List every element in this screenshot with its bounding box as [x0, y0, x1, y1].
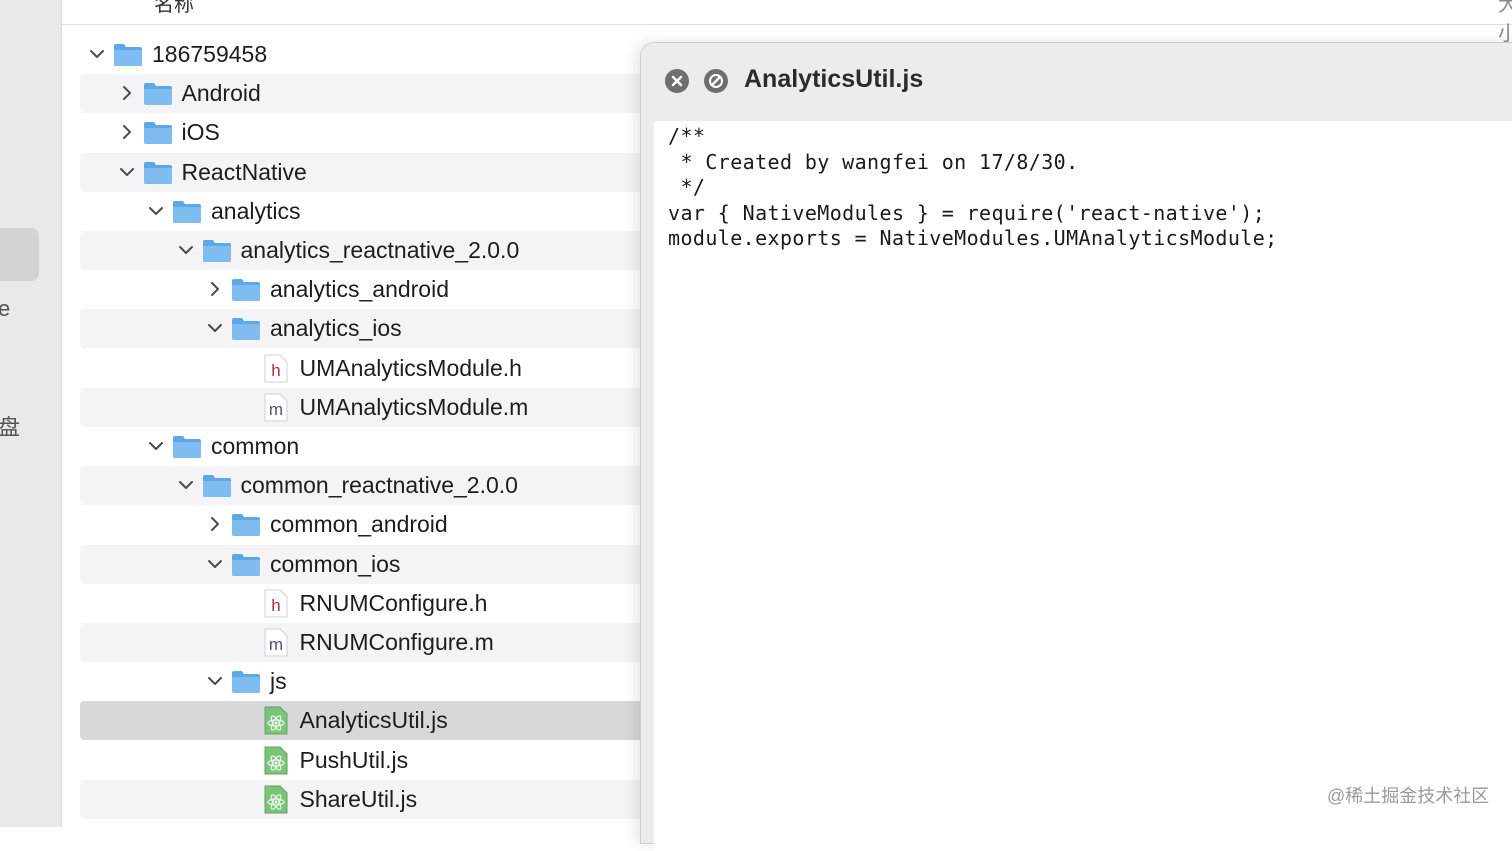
- folder-icon: [113, 42, 143, 67]
- chevron-down-icon[interactable]: [206, 672, 224, 690]
- svg-text:h: h: [271, 361, 280, 380]
- folder-icon: [231, 277, 261, 302]
- item-label: common_ios: [270, 550, 401, 577]
- code-line: */: [668, 175, 706, 199]
- chevron-right-icon[interactable]: [206, 280, 224, 298]
- item-label: common_android: [270, 511, 448, 538]
- item-label: analytics_ios: [270, 315, 402, 342]
- folder-row[interactable]: analytics_ios: [80, 309, 660, 349]
- folder-row[interactable]: common_reactnative_2.0.0: [80, 466, 660, 506]
- code-line: /**: [668, 124, 706, 148]
- file-row[interactable]: h RNUMConfigure.h: [80, 584, 660, 623]
- svg-text:m: m: [268, 400, 282, 419]
- item-label: UMAnalyticsModule.h: [299, 354, 522, 381]
- folder-row[interactable]: 186759458: [80, 35, 660, 74]
- item-label: common: [211, 433, 300, 459]
- folder-icon: [231, 552, 261, 577]
- sidebar-fragment-2: 盘: [0, 415, 21, 440]
- header-file-icon: h: [264, 354, 288, 383]
- folder-row[interactable]: common_android: [80, 505, 660, 544]
- folder-icon: [202, 473, 232, 498]
- chevron-down-icon[interactable]: [147, 202, 165, 220]
- item-label: RNUMConfigure.h: [299, 589, 488, 616]
- react-js-file-icon: [264, 785, 288, 814]
- code-content: /** * Created by wangfei on 17/8/30. */v…: [654, 121, 1512, 851]
- chevron-right-icon[interactable]: [118, 123, 136, 141]
- folder-icon: [202, 238, 232, 263]
- close-icon[interactable]: [665, 69, 689, 93]
- chevron-right-icon[interactable]: [206, 515, 224, 533]
- sidebar-fragment-1: e: [0, 296, 11, 321]
- code-line: * Created by wangfei on 17/8/30.: [668, 149, 1079, 174]
- folder-row[interactable]: common_ios: [80, 544, 660, 584]
- sidebar-selected-item[interactable]: [0, 228, 39, 281]
- item-label: 186759458: [152, 41, 268, 67]
- folder-row[interactable]: analytics_android: [80, 270, 660, 309]
- objc-file-icon: m: [264, 628, 288, 657]
- sidebar: e 盘: [0, 0, 62, 827]
- folder-icon: [231, 512, 261, 537]
- folder-row[interactable]: ReactNative: [80, 152, 660, 192]
- item-label: Android: [181, 80, 261, 107]
- file-row[interactable]: m RNUMConfigure.m: [80, 623, 660, 662]
- chevron-right-icon[interactable]: [118, 84, 136, 102]
- folder-icon: [172, 434, 202, 459]
- item-label: RNUMConfigure.m: [299, 629, 494, 655]
- item-label: ShareUtil.js: [299, 785, 418, 812]
- chevron-down-icon[interactable]: [88, 45, 106, 63]
- folder-row[interactable]: Android: [80, 74, 660, 114]
- quicklook-preview-window: AnalyticsUtil.js /** * Created by wangfe…: [640, 42, 1512, 851]
- size-column-header[interactable]: 大小: [1498, 0, 1512, 46]
- file-row[interactable]: ShareUtil.js: [80, 779, 660, 819]
- sort-chevron-icon[interactable]: ⌃: [1450, 0, 1463, 10]
- code-line: var { NativeModules } = require('react-n…: [668, 200, 1266, 225]
- svg-text:m: m: [268, 635, 282, 654]
- chevron-down-icon[interactable]: [147, 437, 165, 455]
- file-row[interactable]: AnalyticsUtil.js: [80, 701, 660, 741]
- chevron-down-icon[interactable]: [177, 241, 195, 259]
- watermark: @稀土掘金技术社区: [1327, 786, 1490, 806]
- folder-row[interactable]: analytics_reactnative_2.0.0: [80, 231, 660, 270]
- folder-icon: [172, 199, 202, 224]
- file-row[interactable]: PushUtil.js: [80, 741, 660, 780]
- item-label: ReactNative: [181, 158, 307, 185]
- folder-icon: [143, 120, 173, 145]
- chevron-down-icon[interactable]: [177, 476, 195, 494]
- item-label: common_reactnative_2.0.0: [240, 472, 518, 499]
- chevron-down-icon[interactable]: [118, 163, 136, 181]
- folder-icon: [143, 81, 173, 106]
- objc-file-icon: m: [264, 393, 288, 422]
- folder-row[interactable]: iOS: [80, 113, 660, 152]
- react-js-file-icon: [264, 746, 288, 775]
- file-row[interactable]: m UMAnalyticsModule.m: [80, 387, 660, 427]
- item-label: PushUtil.js: [299, 746, 409, 773]
- preview-title: AnalyticsUtil.js: [744, 65, 924, 93]
- item-label: js: [270, 668, 287, 695]
- react-js-file-icon: [264, 706, 288, 735]
- header-file-icon: h: [264, 589, 288, 618]
- folder-icon: [231, 316, 261, 341]
- code-line: module.exports = NativeModules.UMAnalyti…: [668, 226, 1278, 250]
- svg-text:h: h: [271, 596, 280, 615]
- item-label: UMAnalyticsModule.m: [299, 393, 529, 420]
- folder-icon: [231, 669, 261, 694]
- column-header: 名称 ⌃ 大小: [62, 0, 1512, 45]
- name-column-header[interactable]: 名称: [154, 0, 194, 17]
- chevron-down-icon[interactable]: [206, 319, 224, 337]
- chevron-down-icon[interactable]: [206, 555, 224, 573]
- folder-row[interactable]: analytics: [80, 192, 660, 231]
- item-label: iOS: [181, 119, 220, 146]
- item-label: analytics_reactnative_2.0.0: [240, 237, 520, 263]
- folder-row[interactable]: common: [80, 427, 660, 466]
- folder-icon: [143, 160, 173, 185]
- folder-row[interactable]: js: [80, 662, 660, 701]
- file-row[interactable]: h UMAnalyticsModule.h: [80, 349, 660, 388]
- item-label: analytics: [211, 197, 301, 224]
- fullscreen-disabled-icon[interactable]: [704, 69, 728, 93]
- item-label: AnalyticsUtil.js: [299, 707, 448, 734]
- item-label: analytics_android: [270, 276, 450, 303]
